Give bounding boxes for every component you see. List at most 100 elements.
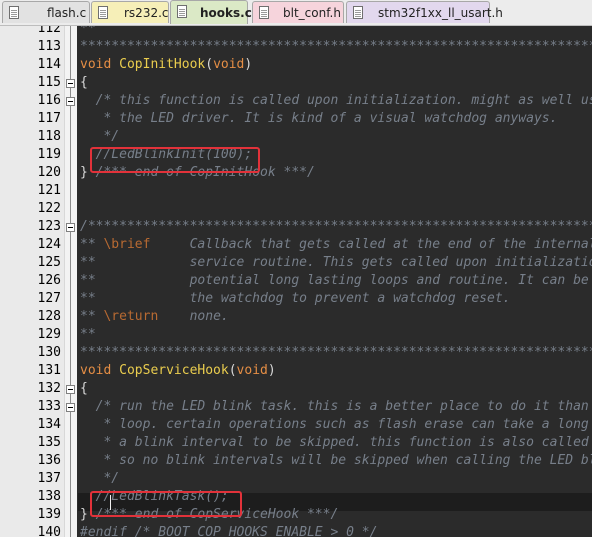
line-number: 122 bbox=[37, 201, 61, 216]
line-number: 129 bbox=[37, 327, 61, 342]
code-line[interactable]: /***************************************… bbox=[80, 218, 592, 236]
line-number: 115 bbox=[37, 75, 61, 90]
line-number: 124 bbox=[37, 237, 61, 252]
tab-blt-conf-h[interactable]: blt_conf.h bbox=[252, 1, 344, 23]
line-number: 139 bbox=[37, 507, 61, 522]
line-number: 137 bbox=[37, 471, 61, 486]
tab-rs232-c[interactable]: rs232.c bbox=[91, 1, 169, 23]
code-token: ( bbox=[205, 57, 214, 72]
tab-hooks-c[interactable]: hooks.c bbox=[170, 0, 252, 24]
code-line[interactable]: */ bbox=[80, 470, 119, 488]
code-line[interactable]: ** bbox=[80, 326, 96, 344]
code-token: CopInitHook bbox=[119, 57, 206, 72]
code-token: ** service routine. This gets called upo… bbox=[80, 255, 592, 270]
code-line[interactable]: #endif /* BOOT_COP_HOOKS_ENABLE > 0 */ bbox=[80, 524, 377, 537]
line-number: 140 bbox=[37, 525, 61, 537]
code-token: Callback that gets called at the end of … bbox=[189, 237, 592, 252]
fold-toggle-icon[interactable] bbox=[66, 97, 75, 106]
code-token: \brief bbox=[103, 237, 151, 252]
code-token: ) bbox=[267, 363, 276, 378]
line-number: 114 bbox=[37, 57, 61, 72]
line-number: 136 bbox=[37, 453, 61, 468]
code-line[interactable]: ** bbox=[80, 26, 96, 38]
code-line[interactable]: void CopServiceHook(void) bbox=[80, 362, 276, 380]
line-number: 134 bbox=[37, 417, 61, 432]
code-token: ****************************************… bbox=[80, 345, 592, 360]
code-token: void bbox=[80, 57, 112, 72]
code-line[interactable]: /* run the LED blink task. this is a bet… bbox=[80, 398, 592, 416]
code-line[interactable]: void CopInitHook(void) bbox=[80, 56, 252, 74]
tab-label: hooks.c bbox=[200, 6, 252, 20]
code-line[interactable]: { bbox=[80, 74, 88, 92]
code-token: * loop. certain operations such as flash… bbox=[103, 417, 589, 432]
line-number: 121 bbox=[37, 183, 61, 198]
line-number: 133 bbox=[37, 399, 61, 414]
code-line[interactable]: ** \return none. bbox=[80, 308, 229, 326]
code-token: CopServiceHook bbox=[119, 363, 229, 378]
code-token: ** bbox=[80, 327, 96, 342]
code-token: /***************************************… bbox=[80, 219, 592, 234]
code-token: ** bbox=[80, 26, 96, 36]
code-token: #endif /* BOOT_COP_HOOKS_ENABLE > 0 */ bbox=[80, 525, 378, 537]
line-number: 131 bbox=[37, 363, 61, 378]
line-number: 112 bbox=[37, 26, 61, 36]
code-line[interactable]: ****************************************… bbox=[80, 38, 592, 56]
code-token: \return bbox=[103, 309, 159, 324]
code-line[interactable]: ** potential long lasting loops and rout… bbox=[80, 272, 592, 290]
line-number: 118 bbox=[37, 129, 61, 144]
code-editor[interactable]: 112 ** 113 ********************************… bbox=[0, 26, 592, 537]
line-number: 138 bbox=[37, 489, 61, 504]
line-number: 130 bbox=[37, 345, 61, 360]
highlight-box-ledblinktask bbox=[90, 491, 242, 517]
code-line[interactable]: * the LED driver. It is kind of a visual… bbox=[80, 110, 557, 128]
line-number: 123 bbox=[37, 219, 61, 234]
code-token: */ bbox=[80, 471, 120, 486]
code-token: * the LED driver. It is kind of a visual… bbox=[80, 111, 558, 126]
tab-bar: flash.c rs232.c hooks.c blt_conf.h stm32… bbox=[0, 0, 592, 26]
tab-flash-c[interactable]: flash.c bbox=[2, 1, 90, 23]
fold-toggle-icon[interactable] bbox=[66, 385, 75, 394]
line-number: 116 bbox=[37, 93, 61, 108]
code-line[interactable]: { bbox=[80, 380, 88, 398]
code-line[interactable]: ** service routine. This gets called upo… bbox=[80, 254, 592, 272]
code-line[interactable]: */ bbox=[80, 128, 119, 146]
code-token: void bbox=[236, 363, 268, 378]
line-number: 120 bbox=[37, 165, 61, 180]
code-token: ( bbox=[228, 363, 237, 378]
code-token: * so no blink intervals will be skipped … bbox=[103, 453, 592, 468]
code-line[interactable]: * so no blink intervals will be skipped … bbox=[80, 452, 592, 470]
code-token: */ bbox=[80, 129, 120, 144]
file-icon bbox=[353, 6, 363, 19]
file-icon bbox=[98, 6, 108, 19]
code-token: none. bbox=[158, 309, 229, 324]
code-line[interactable]: ** \brief Callback that gets called at t… bbox=[80, 236, 592, 254]
tab-stm32f1xx-ll-usart-h[interactable]: stm32f1xx_ll_usart.h bbox=[346, 1, 503, 23]
code-line[interactable]: ** the watchdog to prevent a watchdog re… bbox=[80, 290, 510, 308]
highlight-box-ledblinkinit bbox=[90, 147, 260, 173]
line-number: 127 bbox=[37, 291, 61, 306]
line-number: 135 bbox=[37, 435, 61, 450]
code-token: void bbox=[80, 363, 112, 378]
tab-label: blt_conf.h bbox=[283, 6, 341, 20]
code-line[interactable]: ****************************************… bbox=[80, 344, 592, 362]
code-line[interactable]: * a blink interval to be skipped. this f… bbox=[80, 434, 592, 452]
tab-label: flash.c bbox=[47, 6, 87, 20]
code-token: ****************************************… bbox=[80, 39, 592, 54]
fold-toggle-icon[interactable] bbox=[66, 223, 75, 232]
code-token: * a blink interval to be skipped. this f… bbox=[103, 435, 589, 450]
text-cursor bbox=[110, 495, 111, 510]
fold-toggle-icon[interactable] bbox=[66, 403, 75, 412]
line-number: 125 bbox=[37, 255, 61, 270]
file-icon bbox=[259, 6, 269, 19]
code-token: ) bbox=[244, 57, 253, 72]
file-icon bbox=[9, 6, 19, 19]
code-line[interactable]: * loop. certain operations such as flash… bbox=[80, 416, 592, 434]
line-number: 119 bbox=[37, 147, 61, 162]
code-token: /* this function is called upon initiali… bbox=[95, 93, 592, 108]
code-token: ** the watchdog to prevent a watchdog re… bbox=[80, 291, 511, 306]
line-number: 113 bbox=[37, 39, 61, 54]
file-icon bbox=[177, 5, 187, 18]
code-line[interactable]: /* this function is called upon initiali… bbox=[80, 92, 592, 110]
fold-toggle-icon[interactable] bbox=[66, 79, 75, 88]
